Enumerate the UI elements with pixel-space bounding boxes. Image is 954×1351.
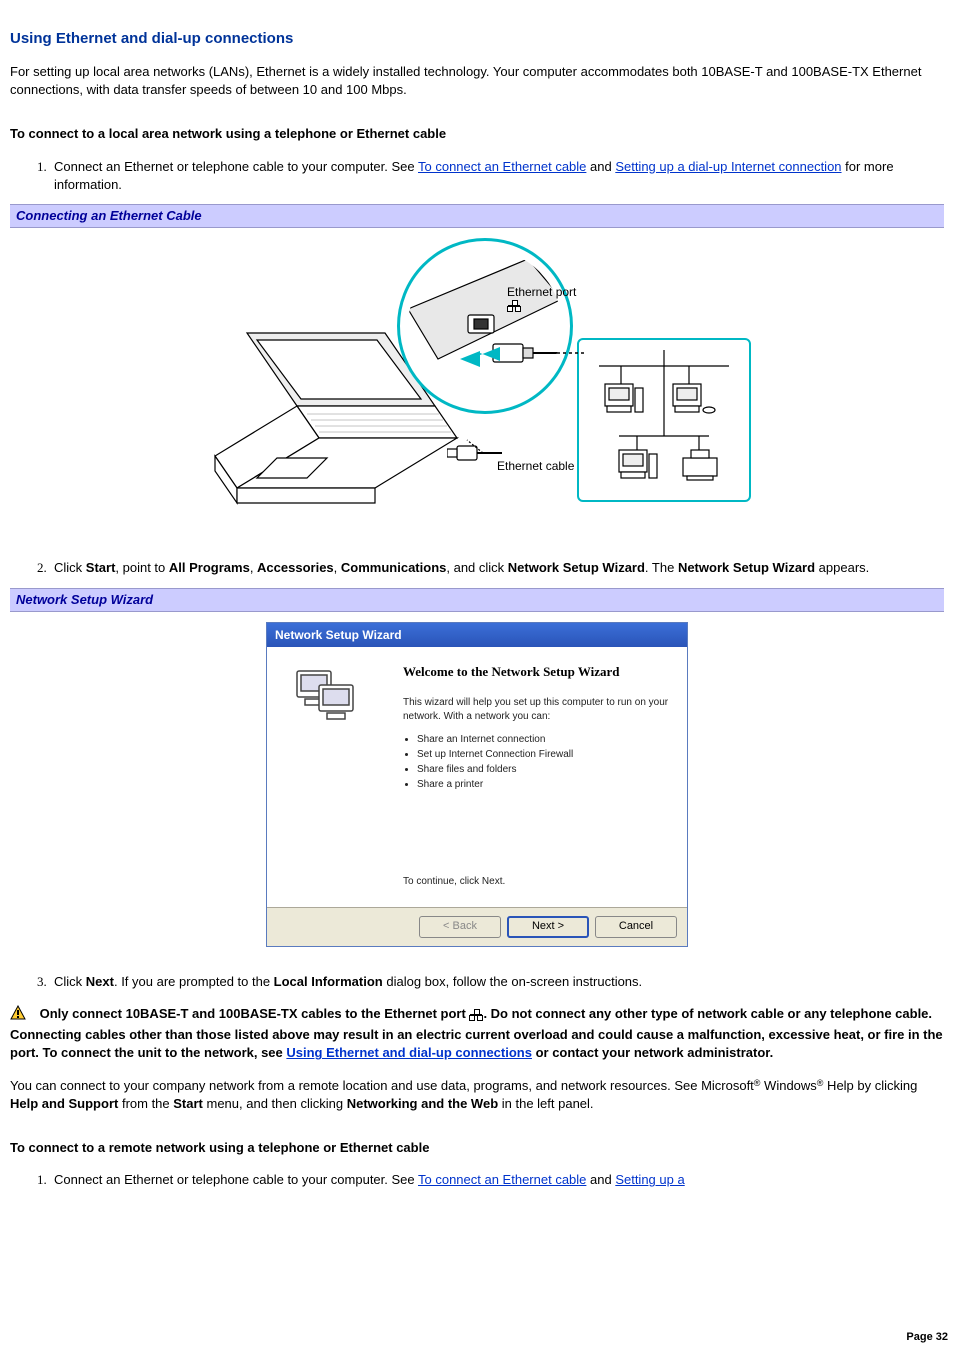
warning-note: Only connect 10BASE-T and 100BASE-TX cab… — [10, 1005, 944, 1063]
wizard-feature-item: Share files and folders — [417, 763, 669, 777]
wizard-continue-text: To continue, click Next. — [403, 875, 669, 889]
wizard-description: This wizard will help you set up this co… — [403, 696, 669, 724]
wizard-window: Network Setup Wizard Welcome to the Netw… — [266, 622, 688, 947]
ethernet-port-icon — [507, 300, 521, 312]
figure-ethernet-cable: Ethernet port Ethernet cable — [10, 238, 944, 533]
wizard-back-button: < Back — [419, 916, 501, 937]
wizard-titlebar: Network Setup Wizard — [267, 623, 687, 648]
step-2: Click Start, point to All Programs, Acce… — [50, 559, 944, 577]
network-diagram — [577, 338, 751, 502]
warning-icon — [10, 1005, 26, 1026]
remote-paragraph: You can connect to your company network … — [10, 1077, 944, 1113]
wizard-feature-item: Share an Internet connection — [417, 733, 669, 747]
link-connect-ethernet-2[interactable]: To connect an Ethernet cable — [418, 1172, 586, 1187]
page-number: Page 32 — [906, 1330, 948, 1345]
intro-paragraph: For setting up local area networks (LANs… — [10, 63, 944, 99]
ethernet-port-icon — [469, 1009, 483, 1021]
figure-network-wizard: Network Setup Wizard Welcome to the Netw… — [10, 622, 944, 947]
subheading-remote: To connect to a remote network using a t… — [10, 1139, 944, 1157]
wizard-cancel-button[interactable]: Cancel — [595, 916, 677, 937]
link-ethernet-dialup[interactable]: Using Ethernet and dial-up connections — [286, 1045, 532, 1060]
link-dialup-setup[interactable]: Setting up a dial-up Internet connection — [615, 159, 841, 174]
link-connect-ethernet[interactable]: To connect an Ethernet cable — [418, 159, 586, 174]
wizard-next-button[interactable]: Next > — [507, 916, 589, 937]
step-1: Connect an Ethernet or telephone cable t… — [50, 158, 944, 194]
wizard-sidebar — [267, 647, 397, 907]
wizard-feature-list: Share an Internet connection Set up Inte… — [403, 732, 669, 793]
ethernet-cable-label: Ethernet cable — [497, 458, 574, 475]
page-title: Using Ethernet and dial-up connections — [10, 28, 944, 49]
wizard-heading: Welcome to the Network Setup Wizard — [403, 663, 669, 681]
link-dialup-setup-2[interactable]: Setting up a — [615, 1172, 684, 1187]
wizard-feature-item: Set up Internet Connection Firewall — [417, 748, 669, 762]
ethernet-port-label: Ethernet port — [507, 286, 576, 312]
step-r1: Connect an Ethernet or telephone cable t… — [50, 1171, 944, 1189]
figure-caption-1: Connecting an Ethernet Cable — [10, 204, 944, 228]
wizard-feature-item: Share a printer — [417, 778, 669, 792]
subheading-lan: To connect to a local area network using… — [10, 125, 944, 143]
step-3: Click Next. If you are prompted to the L… — [50, 973, 944, 991]
figure-caption-2: Network Setup Wizard — [10, 588, 944, 612]
zoom-circle — [397, 238, 573, 414]
